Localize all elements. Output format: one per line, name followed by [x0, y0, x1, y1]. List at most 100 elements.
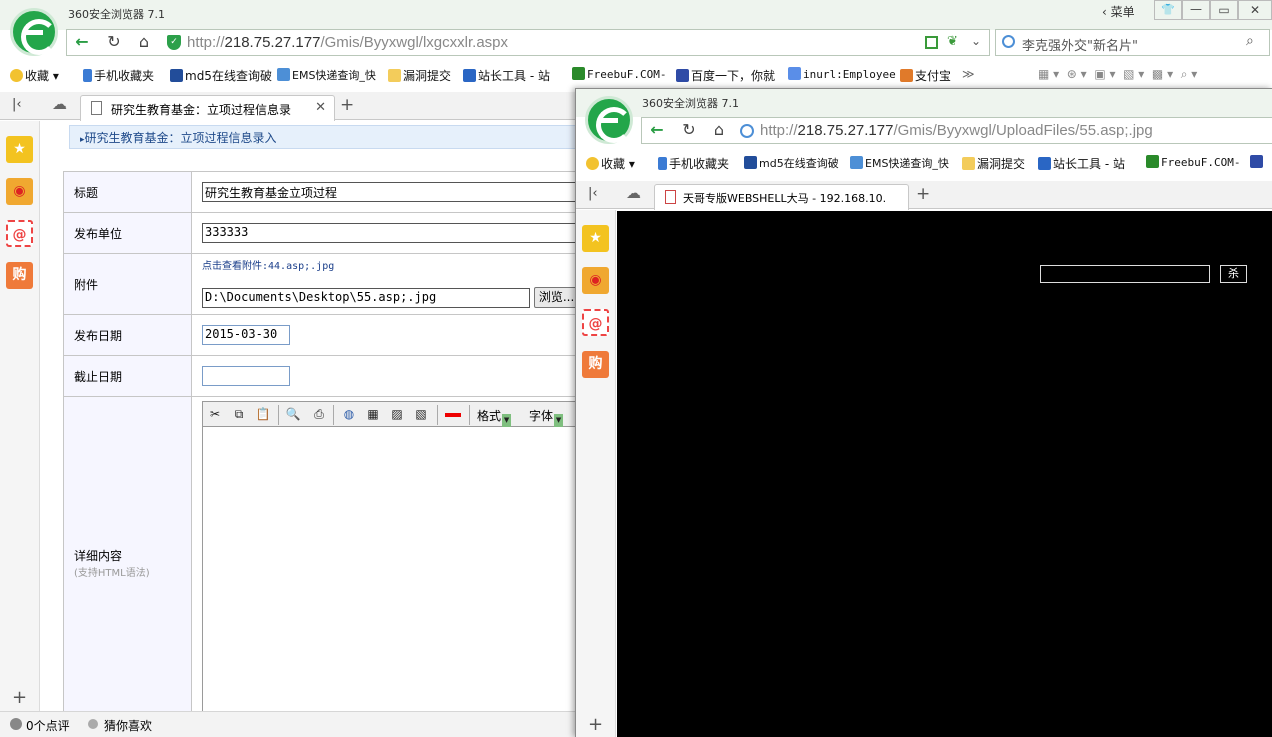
close-tab-icon[interactable]: ✕	[315, 100, 326, 115]
bookmark-favorites[interactable]: 收藏 ▾	[586, 155, 635, 172]
new-tab-button[interactable]: +	[916, 184, 930, 204]
comments-count[interactable]: 0个点评	[26, 717, 70, 734]
title-input[interactable]: 研究生教育基金立项过程	[202, 182, 576, 202]
popup-title-bar: 360安全浏览器 7.1	[576, 89, 1272, 117]
cloud-icon[interactable]: ☁	[626, 184, 641, 202]
pubdate-input[interactable]: 2015-03-30	[202, 325, 290, 345]
leaf-icon[interactable]: ❦	[947, 34, 958, 49]
freebuf-icon	[1146, 155, 1159, 168]
add-sidebar-icon[interactable]: +	[12, 687, 27, 708]
shirt-icon[interactable]: 👕	[1154, 0, 1182, 20]
chevron-left-icon: ‹	[1102, 5, 1111, 19]
tab-active[interactable]: 研究生教育基金：立项过程信息录 ✕	[80, 95, 335, 121]
minimize-button[interactable]: —	[1182, 0, 1210, 20]
bookmark-vuln[interactable]: 漏洞提交	[962, 155, 1025, 172]
search-hint: 李克强外交"新名片"	[1022, 39, 1138, 54]
weibo-icon[interactable]: ◉	[6, 178, 33, 205]
bookmark-ems[interactable]: EMS快递查询_快	[850, 155, 949, 171]
bookmark-mobile[interactable]: 手机收藏夹	[83, 67, 154, 84]
folder-icon	[962, 157, 975, 170]
left-sidebar: ★ ◉ @ 购 +	[0, 121, 40, 711]
bookmark-webmaster[interactable]: 站长工具 - 站	[1038, 155, 1125, 172]
shopping-icon[interactable]: 购	[582, 351, 609, 378]
add-sidebar-icon[interactable]: +	[588, 714, 603, 735]
address-bar[interactable]: ← ↻ ⌂ ✓ http://218.75.27.177/Gmis/Byyxwg…	[66, 29, 990, 56]
bookmark-mobile[interactable]: 手机收藏夹	[658, 155, 729, 172]
format-dropdown[interactable]: 格式 ▼	[477, 407, 512, 427]
bookmark-favorites[interactable]: 收藏 ▾	[10, 67, 59, 84]
menu-button[interactable]: ‹ 菜单	[1102, 3, 1135, 20]
paw-icon	[676, 69, 689, 82]
table-icon[interactable]: ▦	[365, 407, 381, 421]
star-icon[interactable]: ★	[6, 136, 33, 163]
home-icon[interactable]: ⌂	[129, 30, 159, 55]
star-add-icon	[10, 69, 23, 82]
star-add-icon	[586, 157, 599, 170]
refresh-icon[interactable]: ↻	[674, 118, 704, 143]
title-label: 标题	[63, 171, 192, 213]
page-icon	[91, 101, 102, 115]
toolbar-extension-icons[interactable]: ▦ ▾ ⊛ ▾ ▣ ▾ ▧ ▾ ▩ ▾ ⌕ ▾	[1038, 67, 1197, 82]
browse-button[interactable]: 浏览...	[533, 287, 576, 308]
horizontal-rule-icon[interactable]	[445, 407, 461, 421]
weibo-icon[interactable]: ◉	[582, 267, 609, 294]
bookmark-alipay[interactable]: 支付宝	[900, 67, 951, 84]
search-box[interactable]: 李克强外交"新名片" ⌕	[995, 29, 1270, 56]
folder-icon	[388, 69, 401, 82]
search-icon[interactable]: ⌕	[1246, 33, 1254, 49]
more-bookmarks-icon[interactable]: ≫	[962, 67, 975, 81]
attachment-link[interactable]: 点击查看附件:44.asp;.jpg	[202, 257, 576, 287]
guess-you-like[interactable]: 猜你喜欢	[104, 717, 152, 734]
back-arrow-icon[interactable]: ←	[67, 30, 97, 55]
maximize-button[interactable]: ▭	[1210, 0, 1238, 20]
url-text[interactable]: http://218.75.27.177/Gmis/Byyxwgl/lxgcxx…	[187, 34, 508, 51]
toolbar-separator	[333, 405, 334, 425]
bookmark-freebuf[interactable]: FreebuF.COM-	[1146, 155, 1240, 169]
cloud-icon[interactable]: ☁	[52, 95, 67, 113]
webshell-submit-button[interactable]: 杀	[1220, 265, 1247, 283]
print-icon[interactable]: ⎙	[311, 407, 327, 421]
qr-code-icon[interactable]	[925, 36, 938, 49]
find-icon[interactable]: 🔍	[285, 407, 301, 421]
refresh-icon[interactable]: ↻	[99, 30, 129, 55]
bookmark-ems[interactable]: EMS快递查询_快	[277, 67, 376, 83]
star-icon[interactable]: ★	[582, 225, 609, 252]
mail-icon[interactable]: @	[582, 309, 609, 336]
new-tab-button[interactable]: +	[340, 95, 354, 115]
bookmark-md5[interactable]: md5在线查询破	[744, 155, 839, 171]
popup-tab-active[interactable]: 天哥专版WEBSHELL大马 - 192.168.10.	[654, 184, 909, 210]
mail-icon[interactable]: @	[6, 220, 33, 247]
bookmark-baidu[interactable]: 百度一下，你就	[676, 67, 775, 84]
link-icon[interactable]: ◍	[341, 407, 357, 421]
bookmark-md5[interactable]: md5在线查询破	[170, 67, 272, 84]
shopping-icon[interactable]: 购	[6, 262, 33, 289]
webshell-password-input[interactable]	[1040, 265, 1210, 283]
enddate-input[interactable]	[202, 366, 290, 386]
popup-url-text[interactable]: http://218.75.27.177/Gmis/Byyxwgl/Upload…	[760, 122, 1153, 139]
attachment-path-input[interactable]: D:\Documents\Desktop\55.asp;.jpg	[202, 287, 530, 308]
image-icon[interactable]: ▨	[389, 407, 405, 421]
bookmark-webmaster[interactable]: 站长工具 - 站	[463, 67, 550, 84]
detail-label-cell: 详细内容 (支持HTML语法)	[63, 396, 192, 711]
font-dropdown[interactable]: 字体 ▼	[529, 407, 564, 427]
bookmark-google[interactable]: inurl:Employee	[788, 67, 896, 81]
close-button[interactable]: ✕	[1238, 0, 1272, 20]
paste-icon[interactable]: 📋	[255, 407, 271, 421]
home-icon[interactable]: ⌂	[704, 118, 734, 143]
copy-icon[interactable]: ⧉	[231, 407, 247, 421]
bookmark-baidu[interactable]	[1250, 155, 1265, 169]
sidebar-toggle-icon[interactable]: |‹	[12, 97, 22, 112]
bookmark-freebuf[interactable]: FreebuF.COM-	[572, 67, 666, 81]
webshell-page: 杀	[617, 211, 1272, 737]
bookmark-vuln[interactable]: 漏洞提交	[388, 67, 451, 84]
chevron-down-icon[interactable]: ⌄	[971, 34, 981, 48]
comment-icon	[10, 718, 22, 730]
sidebar-toggle-icon[interactable]: |‹	[588, 186, 598, 201]
back-arrow-icon[interactable]: ←	[642, 118, 672, 143]
insert-image-icon[interactable]: ▧	[413, 407, 429, 421]
popup-address-bar[interactable]: ← ↻ ⌂ http://218.75.27.177/Gmis/Byyxwgl/…	[641, 117, 1272, 144]
google-icon	[788, 67, 801, 80]
cut-icon[interactable]: ✂	[207, 407, 223, 421]
editor-area[interactable]	[202, 427, 576, 711]
unit-input[interactable]: 333333	[202, 223, 576, 243]
